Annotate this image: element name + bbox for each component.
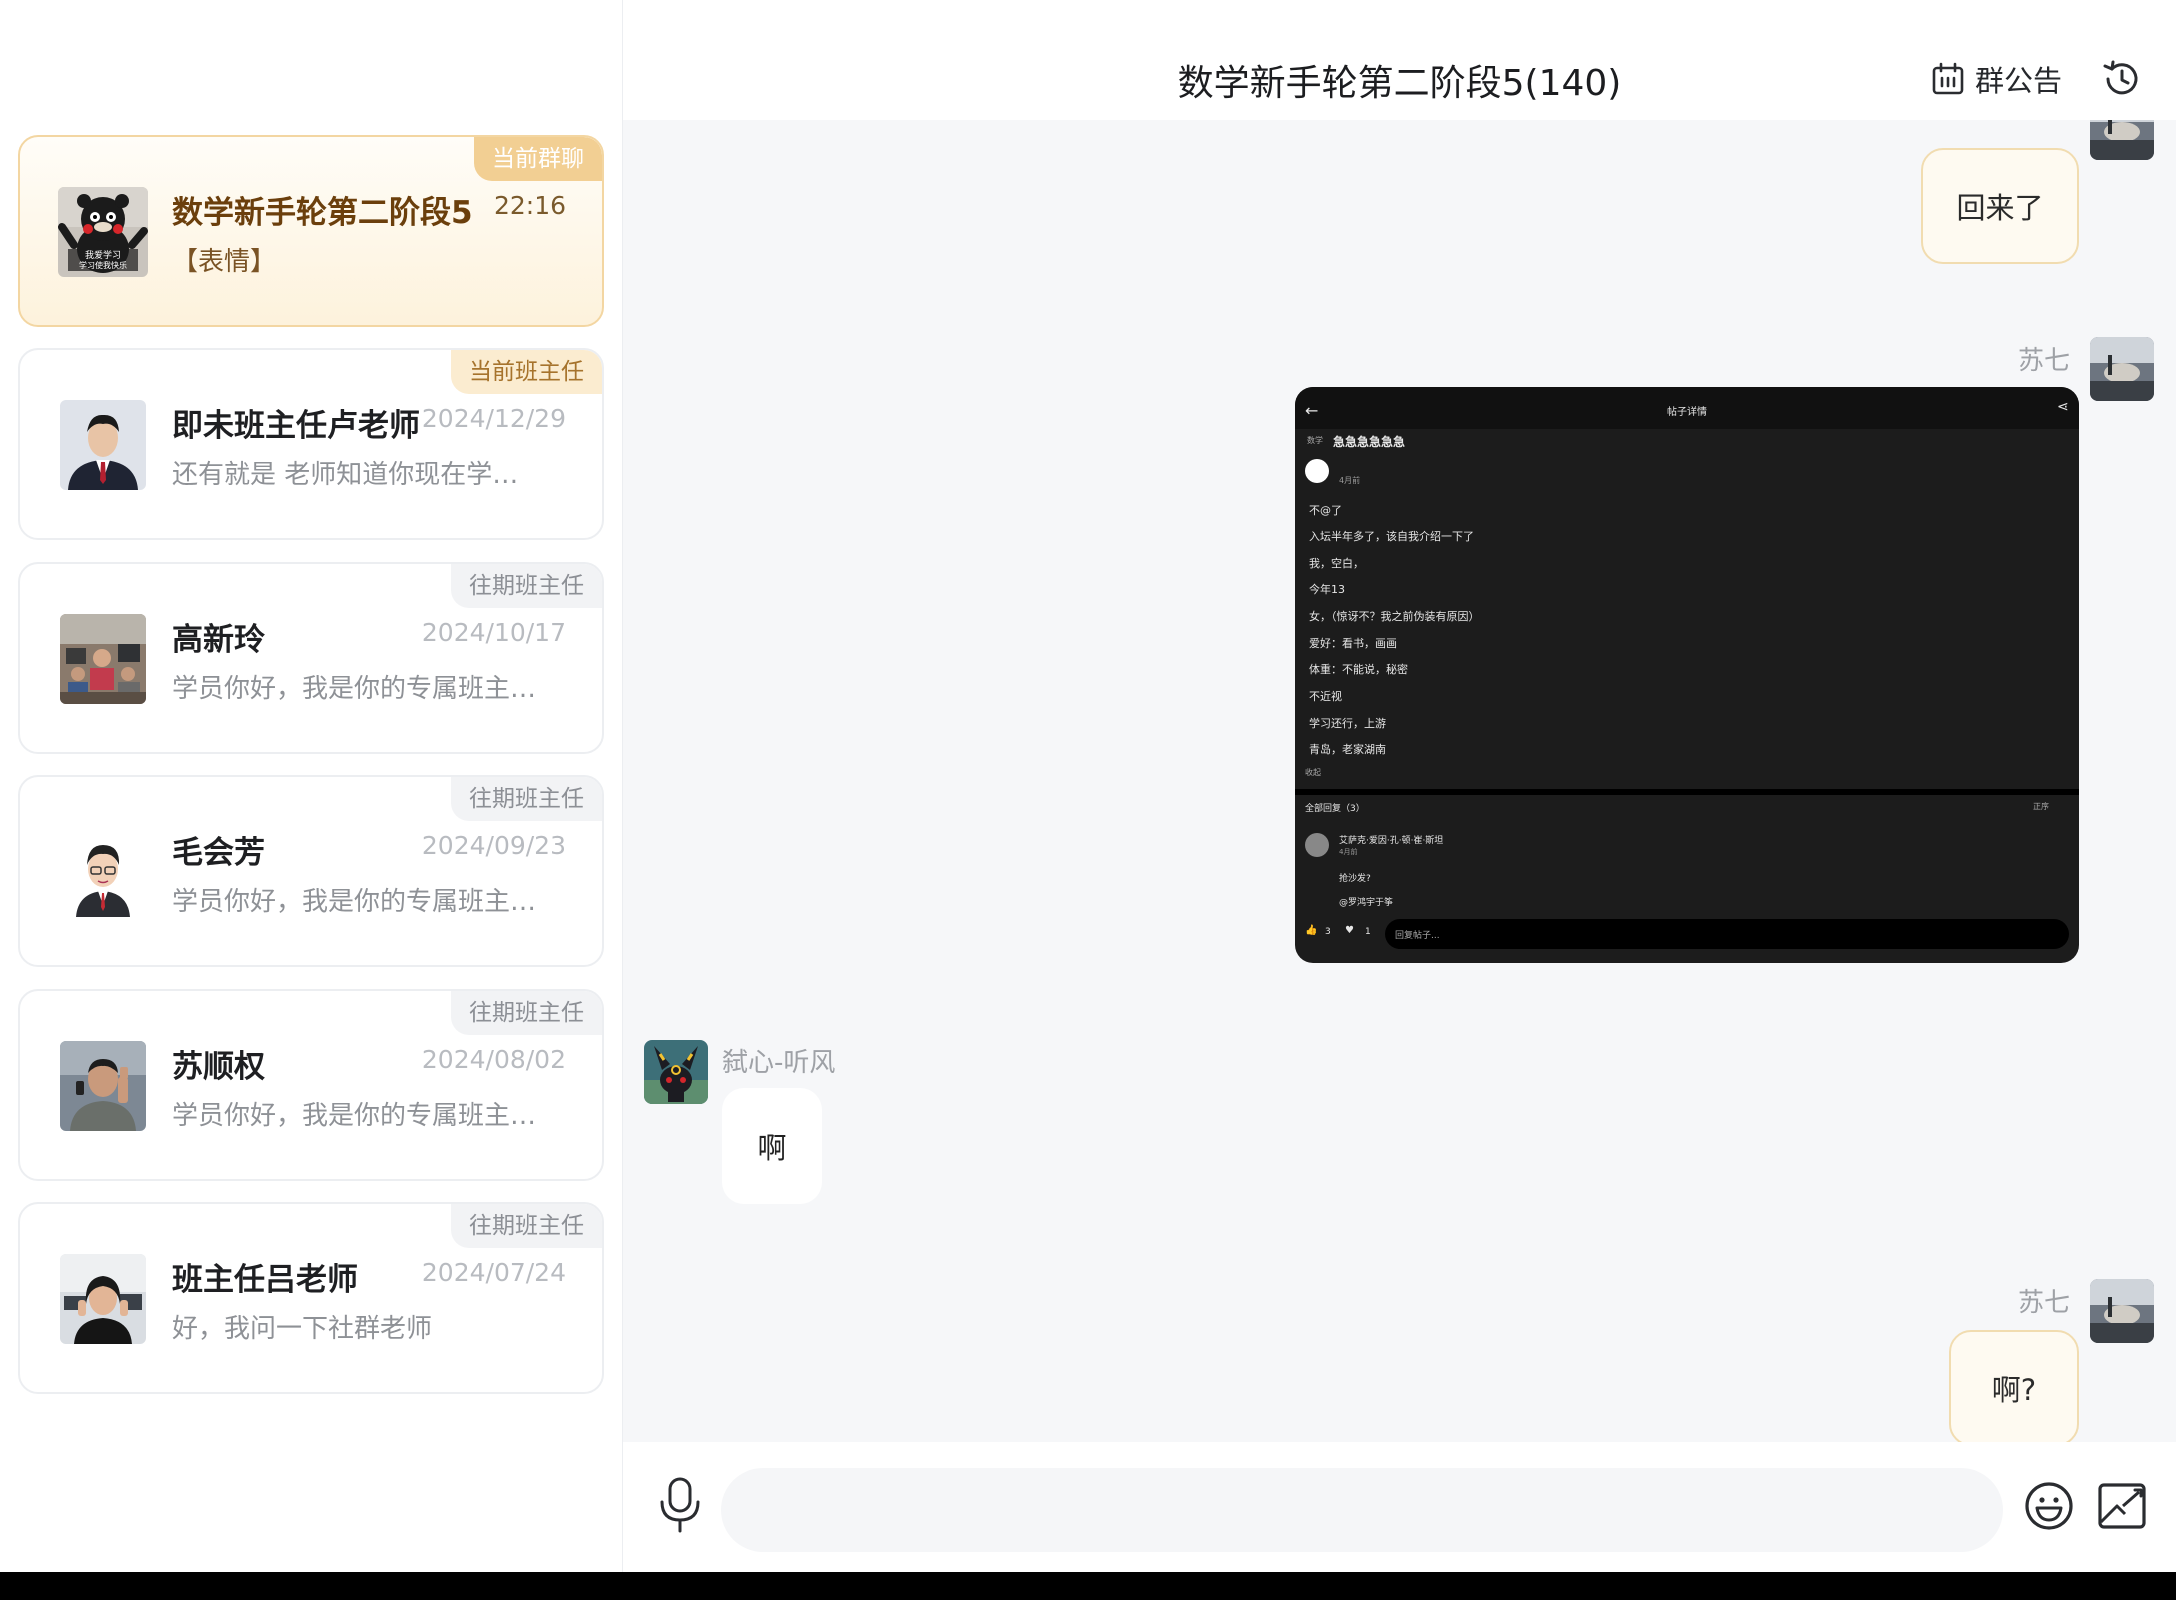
conversation-tag: 往期班主任: [451, 991, 602, 1035]
conversation-name: 即未班主任卢老师: [172, 408, 420, 444]
share-icon: ⋖: [2057, 399, 2069, 415]
conversation-tag: 当前群聊: [474, 137, 602, 181]
screenshot-line: 入坛半年多了，该自我介绍一下了: [1309, 530, 1474, 543]
screenshot-post-time: 4月前: [1339, 476, 1361, 485]
conversation-tag: 往期班主任: [451, 564, 602, 608]
emoji-icon[interactable]: [2023, 1480, 2075, 1532]
conversation-preview: 学员你好，我是你的专属班主…: [172, 1101, 537, 1131]
app-window: 当前群聊 我爱学习 学习使我快乐 数学新手轮第二阶段5 22:16 【表情】 当…: [0, 0, 2176, 1572]
message-bubble[interactable]: 啊?: [1949, 1330, 2079, 1442]
screenshot-sort: 正序: [2033, 802, 2049, 811]
input-bar: [623, 1442, 2176, 1572]
thumbs-up-icon: 👍: [1305, 925, 1318, 936]
kumamon-caption-line1: 我爱学习: [85, 249, 121, 261]
avatar[interactable]: [2090, 337, 2154, 401]
message-bubble[interactable]: 回来了: [1921, 148, 2079, 264]
screenshot-hearts: 1: [1365, 927, 1371, 937]
image-icon[interactable]: [2097, 1482, 2147, 1530]
conversation-item-past-teacher[interactable]: 往期班主任 班主任吕老师 2024/07/24 好，我问一下社群老师: [18, 1202, 604, 1394]
calendar-icon: [1932, 62, 1964, 95]
screenshot-reply-text: 抢沙发?: [1339, 874, 1371, 884]
conversation-item-past-teacher[interactable]: 往期班主任 苏顺权 2024/08/02 学员你好，我是你的专属班主…: [18, 989, 604, 1181]
conversation-name: 数学新手轮第二阶段5: [172, 195, 473, 231]
conversation-time: 2024/08/02: [421, 1045, 566, 1074]
conversation-item-current-teacher[interactable]: 当前班主任 即未班主任卢老师 2024/12/29 还有就是 老师知道你现在学…: [18, 348, 604, 540]
message-bubble[interactable]: 啊: [722, 1088, 822, 1204]
screenshot-line: 青岛，老家湖南: [1309, 743, 1386, 756]
conversation-time: 2024/09/23: [421, 831, 566, 860]
conversation-preview: 学员你好，我是你的专属班主…: [172, 887, 537, 917]
screenshot-line: 体重：不能说，秘密: [1309, 663, 1408, 676]
conversation-tag: 往期班主任: [451, 777, 602, 821]
heart-icon: ♥: [1345, 925, 1354, 936]
image-message[interactable]: ← 帖子详情 ⋖ 数学 急急急急急急 4月前 不@了 入坛半年多了，该自我介绍一…: [1295, 387, 2079, 963]
screenshot-line: 女，（惊讶不？我之前伪装有原因）: [1309, 610, 1480, 623]
screenshot-line: 爱好：看书，画画: [1309, 637, 1397, 650]
avatar: [60, 1041, 146, 1131]
history-icon[interactable]: [2101, 58, 2143, 100]
screenshot-replies-label: 全部回复（3）: [1305, 804, 1365, 814]
microphone-icon[interactable]: [657, 1476, 703, 1534]
screenshot-reply-avatar: [1305, 833, 1329, 857]
system-navigation-bar: [0, 1572, 2176, 1600]
screenshot-likes: 3: [1325, 927, 1331, 937]
screenshot-reply-mention: @罗鸿宇于筝: [1339, 898, 1394, 908]
screenshot-reply-box: [1385, 919, 2069, 949]
conversation-preview: 还有就是 老师知道你现在学…: [172, 460, 519, 490]
screenshot-line: 今年13: [1309, 583, 1345, 596]
conversation-preview: 好，我问一下社群老师: [172, 1314, 433, 1344]
conversation-item-group-chat[interactable]: 当前群聊 我爱学习 学习使我快乐 数学新手轮第二阶段5 22:16 【表情】: [18, 135, 604, 327]
screenshot-line: 我，空白，: [1309, 557, 1364, 570]
conversation-preview: 【表情】: [172, 247, 277, 277]
message-input[interactable]: [721, 1468, 2003, 1552]
screenshot-author-avatar: [1305, 459, 1329, 483]
chat-header: 数学新手轮第二阶段5(140) 群公告: [623, 0, 2176, 120]
screenshot-line: 不@了: [1309, 504, 1342, 517]
conversation-tag: 往期班主任: [451, 1204, 602, 1248]
chat-panel: 数学新手轮第二阶段5(140) 群公告 回来了 苏七 ← 帖子详情 ⋖ 数学 急…: [623, 0, 2176, 1572]
conversation-time: 2024/10/17: [421, 618, 566, 647]
kumamon-caption-line2: 学习使我快乐: [79, 260, 127, 270]
conversation-name: 班主任吕老师: [172, 1262, 358, 1298]
screenshot-line: 学习还行，上游: [1309, 717, 1386, 730]
conversation-name: 高新玲: [172, 622, 265, 658]
conversation-name: 毛会芳: [172, 835, 265, 871]
group-notice-label: 群公告: [1975, 64, 2063, 98]
conversation-time: 22:16: [493, 191, 566, 220]
conversation-name: 苏顺权: [172, 1049, 265, 1085]
avatar: [60, 827, 146, 917]
screenshot-header: 帖子详情: [1667, 407, 1707, 418]
avatar: [60, 614, 146, 704]
avatar: [60, 1254, 146, 1344]
conversation-tag: 当前班主任: [451, 350, 602, 394]
avatar: [60, 400, 146, 490]
conversation-sidebar: 当前群聊 我爱学习 学习使我快乐 数学新手轮第二阶段5 22:16 【表情】 当…: [0, 0, 623, 1572]
conversation-time: 2024/12/29: [421, 404, 566, 433]
message-list[interactable]: 回来了 苏七 ← 帖子详情 ⋖ 数学 急急急急急急 4月前 不@了 入坛半年多了…: [623, 120, 2176, 1442]
screenshot-line: 不近视: [1309, 690, 1342, 703]
sender-name: 苏七: [2017, 346, 2070, 376]
screenshot-divider: [1295, 789, 2079, 795]
sender-name: 弑心-听风: [722, 1048, 836, 1078]
avatar[interactable]: [2090, 1279, 2154, 1343]
avatar[interactable]: [644, 1040, 708, 1104]
conversation-preview: 学员你好，我是你的专属班主…: [172, 674, 537, 704]
screenshot-collapse: 收起: [1305, 768, 1321, 777]
screenshot-subject: 数学: [1307, 436, 1323, 445]
avatar[interactable]: [2090, 120, 2154, 160]
conversation-item-past-teacher[interactable]: 往期班主任 毛会芳 2024/09/23 学员你好，我是你的专属班主…: [18, 775, 604, 967]
screenshot-post-title: 急急急急急急: [1333, 435, 1406, 449]
sender-name: 苏七: [2017, 1288, 2070, 1318]
screenshot-reply-time: 4月前: [1339, 848, 1358, 856]
conversation-item-past-teacher[interactable]: 往期班主任 高新玲 2024/10/17 学员你好，我是你的专属班主…: [18, 562, 604, 754]
avatar: 我爱学习 学习使我快乐: [58, 187, 148, 277]
screenshot-reply-placeholder: 回复帖子...: [1395, 931, 1440, 941]
screenshot-reply-user: 艾萨克·爱因·孔·顿·崔·斯坦: [1339, 836, 1444, 846]
group-notice-button[interactable]: 群公告: [1931, 58, 2062, 100]
conversation-time: 2024/07/24: [421, 1258, 566, 1287]
